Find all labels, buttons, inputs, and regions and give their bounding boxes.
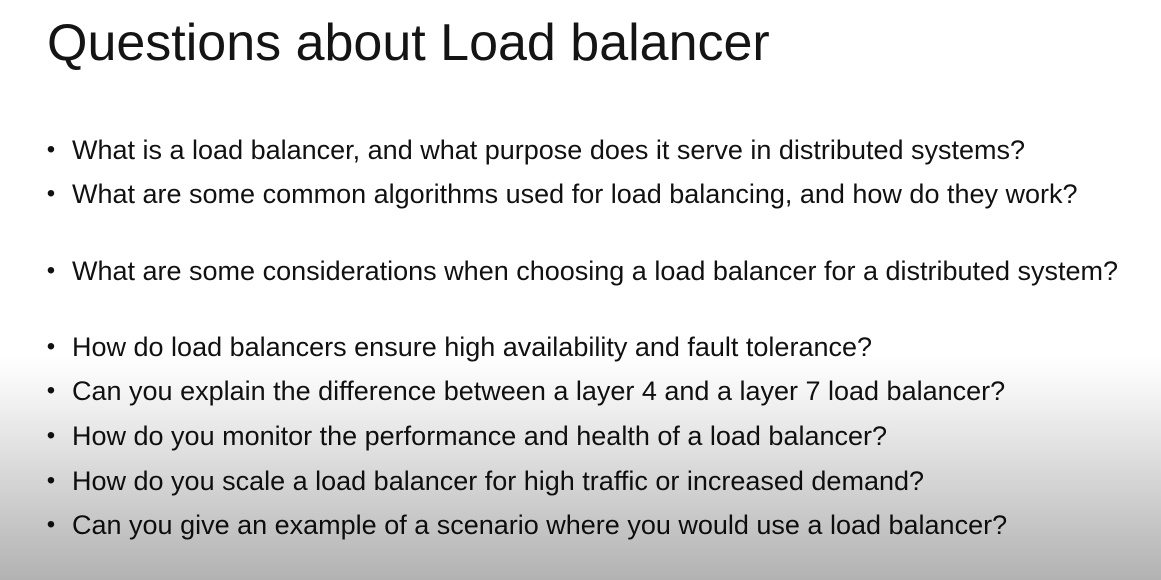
bullet-icon: • [46,422,56,449]
question-text: How do you monitor the performance and h… [72,421,888,451]
question-text: What is a load balancer, and what purpos… [72,135,1026,165]
slide: Questions about Load balancer • What is … [0,0,1161,580]
bullet-icon: • [46,333,56,360]
bullet-icon: • [46,377,56,404]
bullet-icon: • [46,180,56,207]
question-text: What are some common algorithms used for… [72,179,1078,209]
bullet-icon: • [46,467,56,494]
bullet-icon: • [46,511,56,538]
question-text: How do you scale a load balancer for hig… [72,466,925,496]
question-text: How do load balancers ensure high availa… [72,332,873,362]
bullet-icon: • [46,136,56,163]
question-text: What are some considerations when choosi… [72,256,1119,286]
question-text: Can you explain the difference between a… [72,376,1006,406]
question-text: Can you give an example of a scenario wh… [72,510,1008,540]
bullet-icon: • [46,257,56,284]
slide-title: Questions about Load balancer [47,14,770,72]
